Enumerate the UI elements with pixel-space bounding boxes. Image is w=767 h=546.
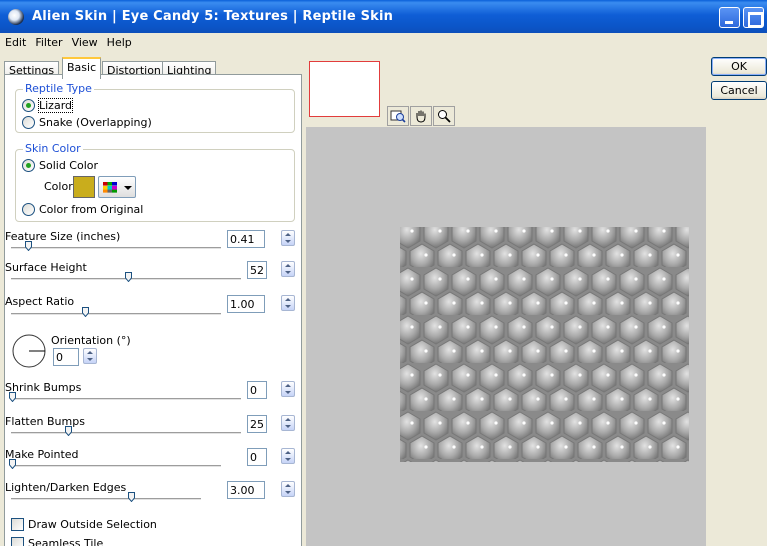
shrink-bumps-spinner[interactable]	[281, 381, 295, 397]
feature-size-input[interactable]: 0.41	[227, 230, 265, 248]
radio-snake-overlapping[interactable]: Snake (Overlapping)	[22, 116, 152, 129]
title-bar: Alien Skin | Eye Candy 5: Textures | Rep…	[0, 0, 767, 33]
radio-solid-color[interactable]: Solid Color	[22, 159, 98, 172]
reptile-skin-preview-image	[400, 227, 689, 462]
aspect-ratio-slider-track[interactable]	[11, 313, 221, 316]
color-picker-button[interactable]	[98, 176, 136, 198]
flatten-bumps-label: Flatten Bumps	[5, 415, 85, 428]
make-pointed-input[interactable]: 0	[247, 448, 267, 466]
orientation-label: Orientation (°)	[51, 334, 131, 347]
orientation-dial-icon[interactable]	[11, 333, 47, 369]
seamless-tile-label: Seamless Tile	[28, 537, 104, 546]
feature-size-spinner[interactable]	[281, 230, 295, 246]
lighten-darken-edges-slider-thumb[interactable]	[127, 492, 135, 502]
shrink-bumps-input[interactable]: 0	[247, 381, 267, 399]
radio-lizard-dot[interactable]	[22, 99, 35, 112]
seamless-tile-box[interactable]	[11, 537, 24, 546]
aspect-ratio-label: Aspect Ratio	[5, 295, 75, 308]
menu-edit[interactable]: Edit	[0, 33, 30, 49]
radio-color-from-original-label: Color from Original	[39, 203, 144, 216]
flatten-bumps-slider-thumb[interactable]	[64, 426, 72, 436]
feature-size-slider-track[interactable]	[11, 247, 221, 250]
skin-color-title: Skin Color	[23, 142, 83, 155]
dropdown-arrow-icon	[124, 186, 132, 190]
radio-color-from-original-dot[interactable]	[22, 203, 35, 216]
draw-outside-selection-label: Draw Outside Selection	[28, 518, 157, 531]
orientation-spinner[interactable]	[83, 348, 97, 364]
make-pointed-label: Make Pointed	[5, 448, 79, 461]
cancel-button[interactable]: Cancel	[711, 81, 767, 100]
basic-tab-page: Reptile Type Lizard Snake (Overlapping) …	[4, 74, 302, 546]
radio-solid-color-label: Solid Color	[39, 159, 99, 172]
make-pointed-slider-track[interactable]	[11, 465, 221, 468]
orientation-dial[interactable]	[11, 333, 47, 372]
maximize-button[interactable]	[743, 7, 764, 28]
zoom-fit-icon[interactable]	[387, 106, 409, 126]
color-grid-icon	[103, 182, 117, 193]
reptile-skin-texture	[400, 227, 689, 462]
surface-height-input[interactable]: 52	[247, 261, 267, 279]
ok-button[interactable]: OK	[711, 57, 767, 76]
settings-panel: Settings Basic Distortion Lighting Repti…	[0, 53, 306, 546]
orientation-input[interactable]: 0	[53, 348, 79, 366]
skin-color-swatch[interactable]	[73, 176, 95, 198]
radio-snake-label: Snake (Overlapping)	[39, 116, 152, 129]
draw-outside-selection-checkbox[interactable]: Draw Outside Selection	[11, 518, 157, 531]
preview-tools	[387, 106, 456, 126]
radio-lizard-label: Lizard	[37, 98, 74, 113]
reptile-type-title: Reptile Type	[23, 82, 94, 95]
menu-filter[interactable]: Filter	[30, 33, 66, 49]
menu-bar: Edit Filter View Help	[0, 33, 767, 53]
aspect-ratio-spinner[interactable]	[281, 295, 295, 311]
radio-color-from-original[interactable]: Color from Original	[22, 203, 143, 216]
flatten-bumps-spinner[interactable]	[281, 415, 295, 431]
shrink-bumps-slider-track[interactable]	[11, 398, 241, 401]
tab-basic[interactable]: Basic	[62, 57, 102, 79]
menu-view[interactable]: View	[67, 33, 102, 49]
lighten-darken-edges-spinner[interactable]	[281, 481, 295, 497]
minimize-button[interactable]	[719, 7, 740, 28]
feature-size-label: Feature Size (inches)	[5, 230, 121, 243]
feature-size-slider-thumb[interactable]	[25, 241, 33, 251]
radio-lizard[interactable]: Lizard	[22, 98, 74, 113]
aspect-ratio-input[interactable]: 1.00	[227, 295, 265, 313]
radio-snake-dot[interactable]	[22, 116, 35, 129]
flatten-bumps-slider-track[interactable]	[11, 432, 241, 435]
lighten-darken-edges-input[interactable]: 3.00	[227, 481, 265, 499]
surface-height-slider-thumb[interactable]	[124, 272, 132, 282]
shrink-bumps-label: Shrink Bumps	[5, 381, 82, 394]
make-pointed-slider-thumb[interactable]	[9, 459, 16, 469]
radio-solid-color-dot[interactable]	[22, 159, 35, 172]
magnifier-icon[interactable]	[433, 106, 455, 126]
make-pointed-spinner[interactable]	[281, 448, 295, 464]
color-label: Color	[44, 180, 73, 193]
surface-height-label: Surface Height	[5, 261, 87, 274]
navigator-thumbnail[interactable]	[309, 61, 380, 117]
reptile-type-group: Reptile Type Lizard Snake (Overlapping)	[15, 82, 295, 133]
flatten-bumps-input[interactable]: 25	[247, 415, 267, 433]
menu-help[interactable]: Help	[102, 33, 136, 49]
draw-outside-selection-box[interactable]	[11, 518, 24, 531]
shrink-bumps-slider-thumb[interactable]	[9, 392, 16, 402]
seamless-tile-checkbox[interactable]: Seamless Tile	[11, 537, 103, 546]
lighten-darken-edges-slider-track[interactable]	[11, 498, 201, 501]
window-title: Alien Skin | Eye Candy 5: Textures | Rep…	[32, 9, 394, 24]
hand-icon[interactable]	[410, 106, 432, 126]
alien-skin-app-icon[interactable]	[8, 9, 24, 25]
lighten-darken-edges-label: Lighten/Darken Edges	[5, 481, 127, 494]
aspect-ratio-slider-thumb[interactable]	[82, 307, 90, 317]
skin-color-group: Skin Color Solid Color Color Color from …	[15, 142, 295, 222]
surface-height-spinner[interactable]	[281, 261, 295, 277]
